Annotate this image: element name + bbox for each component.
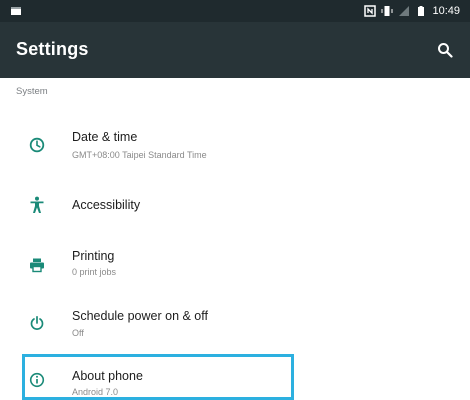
battery-icon bbox=[418, 6, 425, 16]
status-icons: 10:49 bbox=[364, 4, 460, 18]
nfc-icon bbox=[364, 5, 377, 17]
vibrate-icon bbox=[381, 6, 393, 16]
page-title: Settings bbox=[16, 39, 89, 59]
item-subtitle: Off bbox=[72, 328, 84, 338]
power-icon bbox=[28, 314, 46, 332]
list-item-printing[interactable]: Printing 0 print jobs bbox=[0, 240, 470, 290]
selection-highlight bbox=[22, 354, 294, 400]
section-header: System bbox=[16, 86, 48, 97]
item-title: Date & time bbox=[72, 130, 138, 144]
app-bar: Settings bbox=[0, 22, 470, 78]
item-subtitle: GMT+08:00 Taipei Standard Time bbox=[72, 150, 207, 160]
item-title: Schedule power on & off bbox=[72, 309, 208, 323]
status-bar: 10:49 bbox=[0, 0, 470, 22]
status-time: 10:49 bbox=[432, 5, 460, 17]
item-title: Accessibility bbox=[72, 198, 141, 212]
item-title: Printing bbox=[72, 249, 115, 263]
printer-icon bbox=[28, 256, 46, 274]
notification-icon bbox=[11, 7, 21, 15]
search-icon bbox=[438, 43, 453, 58]
list-item-date-time[interactable]: Date & time GMT+08:00 Taipei Standard Ti… bbox=[0, 120, 470, 180]
search-button[interactable] bbox=[432, 37, 458, 63]
clock-icon bbox=[28, 136, 46, 154]
list-item-schedule-power[interactable]: Schedule power on & off Off bbox=[0, 298, 470, 350]
signal-icon bbox=[399, 6, 410, 16]
item-subtitle: 0 print jobs bbox=[72, 267, 117, 277]
accessibility-icon bbox=[28, 196, 46, 214]
list-item-accessibility[interactable]: Accessibility bbox=[0, 186, 470, 226]
